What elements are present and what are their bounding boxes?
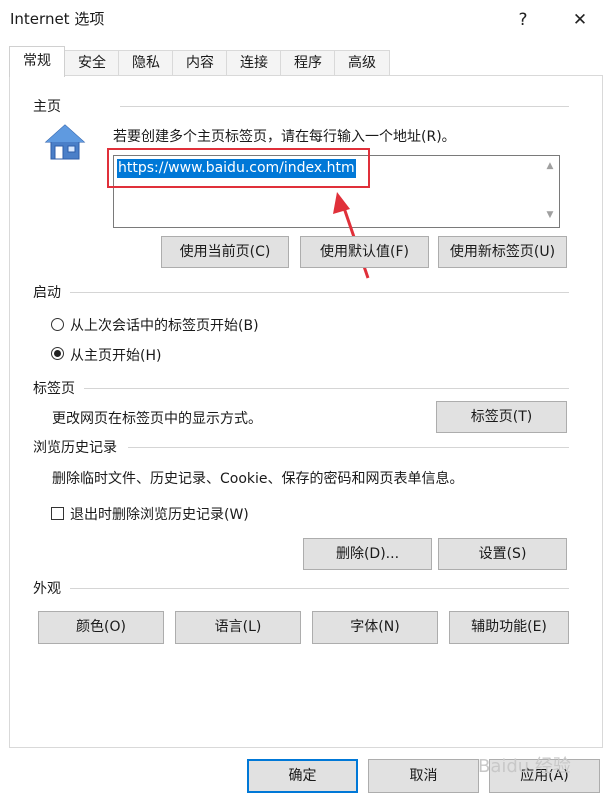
appearance-group-title: 外观 [33,581,61,597]
ok-button[interactable]: 确定 [247,759,358,793]
startup-last-session-radio[interactable] [51,318,64,331]
tabs-description: 更改网页在标签页中的显示方式。 [52,411,262,427]
divider [120,106,569,107]
tab-privacy[interactable]: 隐私 [118,50,174,75]
watermark: Baidu 经验 [478,756,571,777]
cancel-button[interactable]: 取消 [368,759,479,793]
divider [70,292,569,293]
delete-history-button[interactable]: 删除(D)... [303,538,432,570]
scroll-down-icon[interactable]: ▼ [543,210,557,224]
close-button[interactable]: ✕ [565,6,595,34]
startup-group-title: 启动 [33,285,61,301]
tab-connections[interactable]: 连接 [226,50,282,75]
history-settings-button[interactable]: 设置(S) [438,538,567,570]
delete-history-on-exit-label[interactable]: 退出时删除浏览历史记录(W) [70,504,249,524]
tabs-group-title: 标签页 [33,381,75,397]
divider [128,447,569,448]
divider [84,388,569,389]
history-description: 删除临时文件、历史记录、Cookie、保存的密码和网页表单信息。 [52,471,464,487]
tab-advanced[interactable]: 高级 [334,50,390,75]
home-instruction: 若要创建多个主页标签页，请在每行输入一个地址(R)。 [113,129,456,145]
tab-security[interactable]: 安全 [64,50,120,75]
use-new-tab-button[interactable]: 使用新标签页(U) [438,236,567,268]
window-title: Internet 选项 [10,10,105,28]
startup-home-radio[interactable] [51,347,64,360]
history-group-title: 浏览历史记录 [33,440,117,456]
scroll-up-icon[interactable]: ▲ [543,161,557,175]
startup-last-session-label[interactable]: 从上次会话中的标签页开始(B) [70,315,259,335]
home-icon [43,122,87,162]
fonts-button[interactable]: 字体(N) [312,611,438,644]
help-button[interactable]: ? [508,6,538,34]
tabs-settings-button[interactable]: 标签页(T) [436,401,567,433]
annotation-highlight-box [107,148,370,188]
tab-programs[interactable]: 程序 [280,50,336,75]
colors-button[interactable]: 颜色(O) [38,611,164,644]
accessibility-button[interactable]: 辅助功能(E) [449,611,569,644]
languages-button[interactable]: 语言(L) [175,611,301,644]
home-group-title: 主页 [33,99,61,115]
use-current-button[interactable]: 使用当前页(C) [161,236,289,268]
delete-history-on-exit-checkbox[interactable] [51,507,64,520]
startup-home-label[interactable]: 从主页开始(H) [70,345,161,365]
use-default-button[interactable]: 使用默认值(F) [300,236,429,268]
tab-general[interactable]: 常规 [9,46,65,77]
tab-content[interactable]: 内容 [172,50,228,75]
divider [70,588,569,589]
